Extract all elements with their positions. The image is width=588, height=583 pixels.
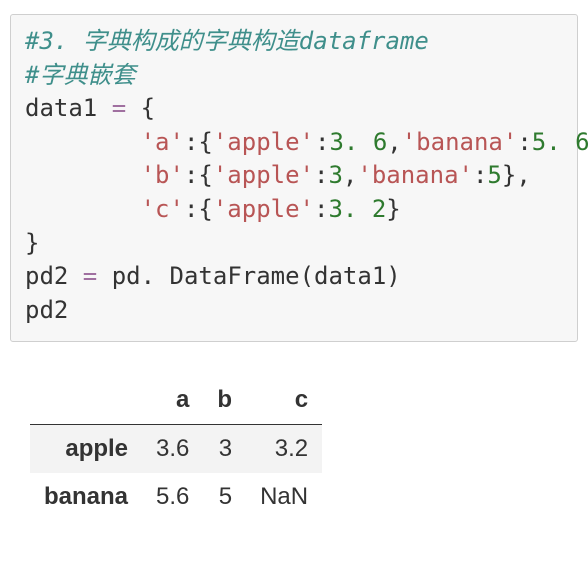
string: 'apple': [213, 128, 314, 156]
comment: #3. 字典构成的字典构造dataframe: [25, 27, 429, 55]
comma: ,: [516, 161, 530, 189]
comma: ,: [387, 128, 401, 156]
table-body: apple 3.6 3 3.2 banana 5.6 5 NaN: [30, 425, 322, 522]
identifier: data1: [25, 94, 112, 122]
colon: :: [517, 128, 531, 156]
number: 5: [487, 161, 501, 189]
number: 3. 2: [328, 195, 386, 223]
code-line: 'b':{'apple':3,'banana':5},: [25, 159, 563, 193]
string: 'a': [141, 128, 184, 156]
identifier: pd2: [25, 296, 68, 324]
code-line: data1 = {: [25, 92, 563, 126]
identifier: pd2: [25, 262, 83, 290]
column-header: b: [203, 376, 246, 425]
cell: 3.2: [246, 425, 322, 474]
code-line: #3. 字典构成的字典构造dataframe: [25, 25, 563, 59]
cell: 5: [203, 473, 246, 521]
string: 'banana': [402, 128, 518, 156]
number: 3: [328, 161, 342, 189]
indent: [25, 161, 141, 189]
indent: [25, 195, 141, 223]
colon: :: [315, 128, 329, 156]
notebook-cell: #3. 字典构成的字典构造dataframe #字典嵌套 data1 = { '…: [0, 0, 588, 533]
cell: NaN: [246, 473, 322, 521]
code-line: 'c':{'apple':3. 2}: [25, 193, 563, 227]
number: 5. 6: [532, 128, 588, 156]
colon: :: [184, 161, 198, 189]
dataframe-table: a b c apple 3.6 3 3.2 banana 5.6 5 NaN: [30, 376, 322, 521]
cell: 3.6: [142, 425, 203, 474]
operator: =: [83, 262, 112, 290]
colon: :: [314, 161, 328, 189]
code-line: pd2 = pd. DataFrame(data1): [25, 260, 563, 294]
cell: 3: [203, 425, 246, 474]
indent: [25, 128, 141, 156]
paren: (: [300, 262, 314, 290]
colon: :: [314, 195, 328, 223]
operator: =: [112, 94, 141, 122]
comment: #字典嵌套: [25, 61, 135, 89]
table-row: banana 5.6 5 NaN: [30, 473, 322, 521]
row-label: apple: [30, 425, 142, 474]
comma: ,: [343, 161, 357, 189]
string: 'apple': [213, 161, 314, 189]
brace: }: [25, 229, 39, 257]
string: 'apple': [213, 195, 314, 223]
colon: :: [473, 161, 487, 189]
brace: {: [141, 94, 155, 122]
code-line: }: [25, 227, 563, 261]
brace: {: [198, 128, 212, 156]
table-row: apple 3.6 3 3.2: [30, 425, 322, 474]
table-header-row: a b c: [30, 376, 322, 425]
table-head: a b c: [30, 376, 322, 425]
string: 'b': [141, 161, 184, 189]
corner-cell: [30, 376, 142, 425]
code-line: pd2: [25, 294, 563, 328]
column-header: a: [142, 376, 203, 425]
brace: {: [198, 195, 212, 223]
brace: {: [198, 161, 212, 189]
paren: ): [386, 262, 400, 290]
number: 3. 6: [329, 128, 387, 156]
string: 'banana': [357, 161, 473, 189]
output-area: a b c apple 3.6 3 3.2 banana 5.6 5 NaN: [30, 376, 578, 521]
string: 'c': [141, 195, 184, 223]
row-label: banana: [30, 473, 142, 521]
cell: 5.6: [142, 473, 203, 521]
column-header: c: [246, 376, 322, 425]
identifier: data1: [314, 262, 386, 290]
colon: :: [184, 128, 198, 156]
brace: }: [502, 161, 516, 189]
dot: .: [141, 262, 170, 290]
colon: :: [184, 195, 198, 223]
identifier: DataFrame: [170, 262, 300, 290]
code-line: #字典嵌套: [25, 59, 563, 93]
brace: }: [386, 195, 400, 223]
code-line: 'a':{'apple':3. 6,'banana':5. 6},: [25, 126, 563, 160]
code-input-box[interactable]: #3. 字典构成的字典构造dataframe #字典嵌套 data1 = { '…: [10, 14, 578, 342]
identifier: pd: [112, 262, 141, 290]
